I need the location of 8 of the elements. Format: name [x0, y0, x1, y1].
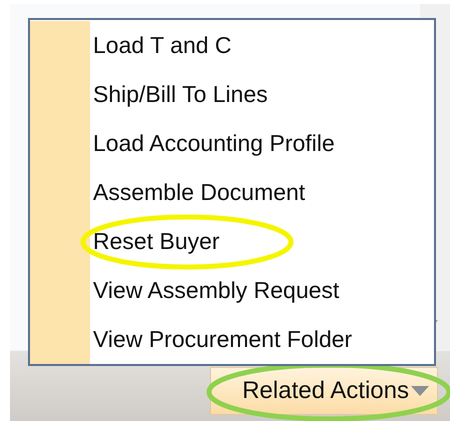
- menu-item[interactable]: Assemble Document: [90, 168, 434, 217]
- menu-item[interactable]: Ship/Bill To Lines: [90, 70, 434, 119]
- menu-item[interactable]: Load T and C: [90, 21, 434, 70]
- menu-item[interactable]: Load Accounting Profile: [90, 119, 434, 168]
- menu-item[interactable]: View Procurement Folder: [90, 315, 434, 364]
- menu-item[interactable]: View Assembly Request: [90, 266, 434, 315]
- menu-item[interactable]: Reset Buyer: [90, 217, 434, 266]
- caret-icon: [411, 386, 429, 396]
